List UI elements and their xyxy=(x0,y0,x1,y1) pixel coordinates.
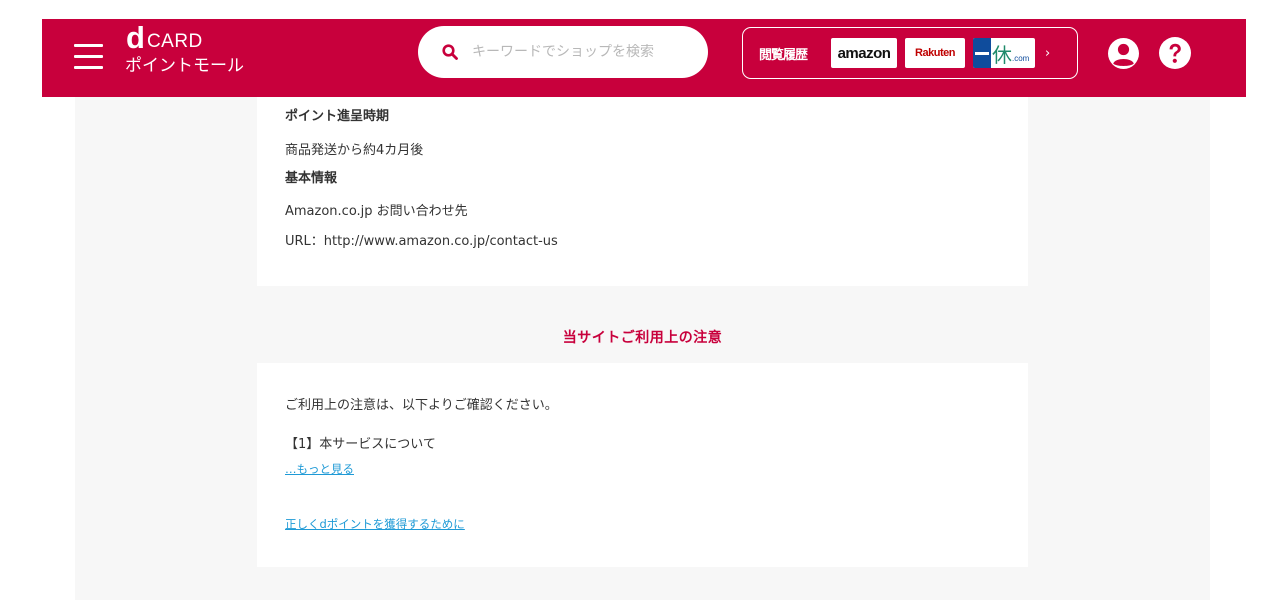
logo-subtitle: ポイントモール xyxy=(125,56,244,76)
point-timing-heading: ポイント進呈時期 xyxy=(285,109,390,124)
content-area: ポイント進呈時期 商品発送から約4カ月後 基本情報 Amazon.co.jp お… xyxy=(75,97,1210,600)
history-shop-rakuten[interactable]: Rakuten xyxy=(905,38,965,68)
ikyu-logo-text: 休 xyxy=(992,42,1012,67)
more-link[interactable]: …もっと見る xyxy=(285,462,354,476)
site-header: d CARD ポイントモール 閲覧履歴 amazon Rakuten 休 .co… xyxy=(42,19,1246,97)
notes-card: ご利用上の注意は、以下よりご確認ください。 【1】本サービスについて …もっと見… xyxy=(257,363,1028,567)
notes-intro: ご利用上の注意は、以下よりご確認ください。 xyxy=(285,398,558,413)
amazon-logo: amazon xyxy=(837,44,891,62)
user-icon[interactable] xyxy=(1107,37,1140,70)
notes-item-1: 【1】本サービスについて xyxy=(285,437,436,452)
search-box[interactable] xyxy=(418,26,708,78)
logo-card-text: CARD xyxy=(146,31,203,52)
point-timing-value: 商品発送から約4カ月後 xyxy=(285,143,424,158)
history-label: 閲覧履歴 xyxy=(759,47,808,63)
logo-d: d xyxy=(126,20,145,55)
history-shop-ikyu[interactable]: 休 .com xyxy=(973,38,1035,68)
basic-info-heading: 基本情報 xyxy=(285,171,338,186)
help-icon[interactable] xyxy=(1158,36,1192,70)
menu-icon[interactable] xyxy=(74,44,103,69)
guide-link[interactable]: 正しくdポイントを獲得するために xyxy=(285,517,465,531)
chevron-right-icon[interactable]: › xyxy=(1045,46,1050,61)
shop-info-card: ポイント進呈時期 商品発送から約4カ月後 基本情報 Amazon.co.jp お… xyxy=(257,97,1028,286)
rakuten-logo: Rakuten xyxy=(915,47,955,59)
ikyu-logo-mark xyxy=(973,38,991,68)
history-shop-amazon[interactable]: amazon xyxy=(831,38,897,68)
contact-label: Amazon.co.jp お問い合わせ先 xyxy=(285,204,468,219)
contact-url: URL：http://www.amazon.co.jp/contact-us xyxy=(285,234,558,249)
search-input[interactable] xyxy=(472,44,682,60)
search-icon[interactable] xyxy=(442,44,458,60)
browsing-history[interactable]: 閲覧履歴 amazon Rakuten 休 .com › xyxy=(742,27,1078,79)
site-logo[interactable]: d CARD ポイントモール xyxy=(125,20,244,77)
notes-section-title: 当サイトご利用上の注意 xyxy=(562,330,723,346)
ikyu-logo-domain: .com xyxy=(1012,53,1030,63)
